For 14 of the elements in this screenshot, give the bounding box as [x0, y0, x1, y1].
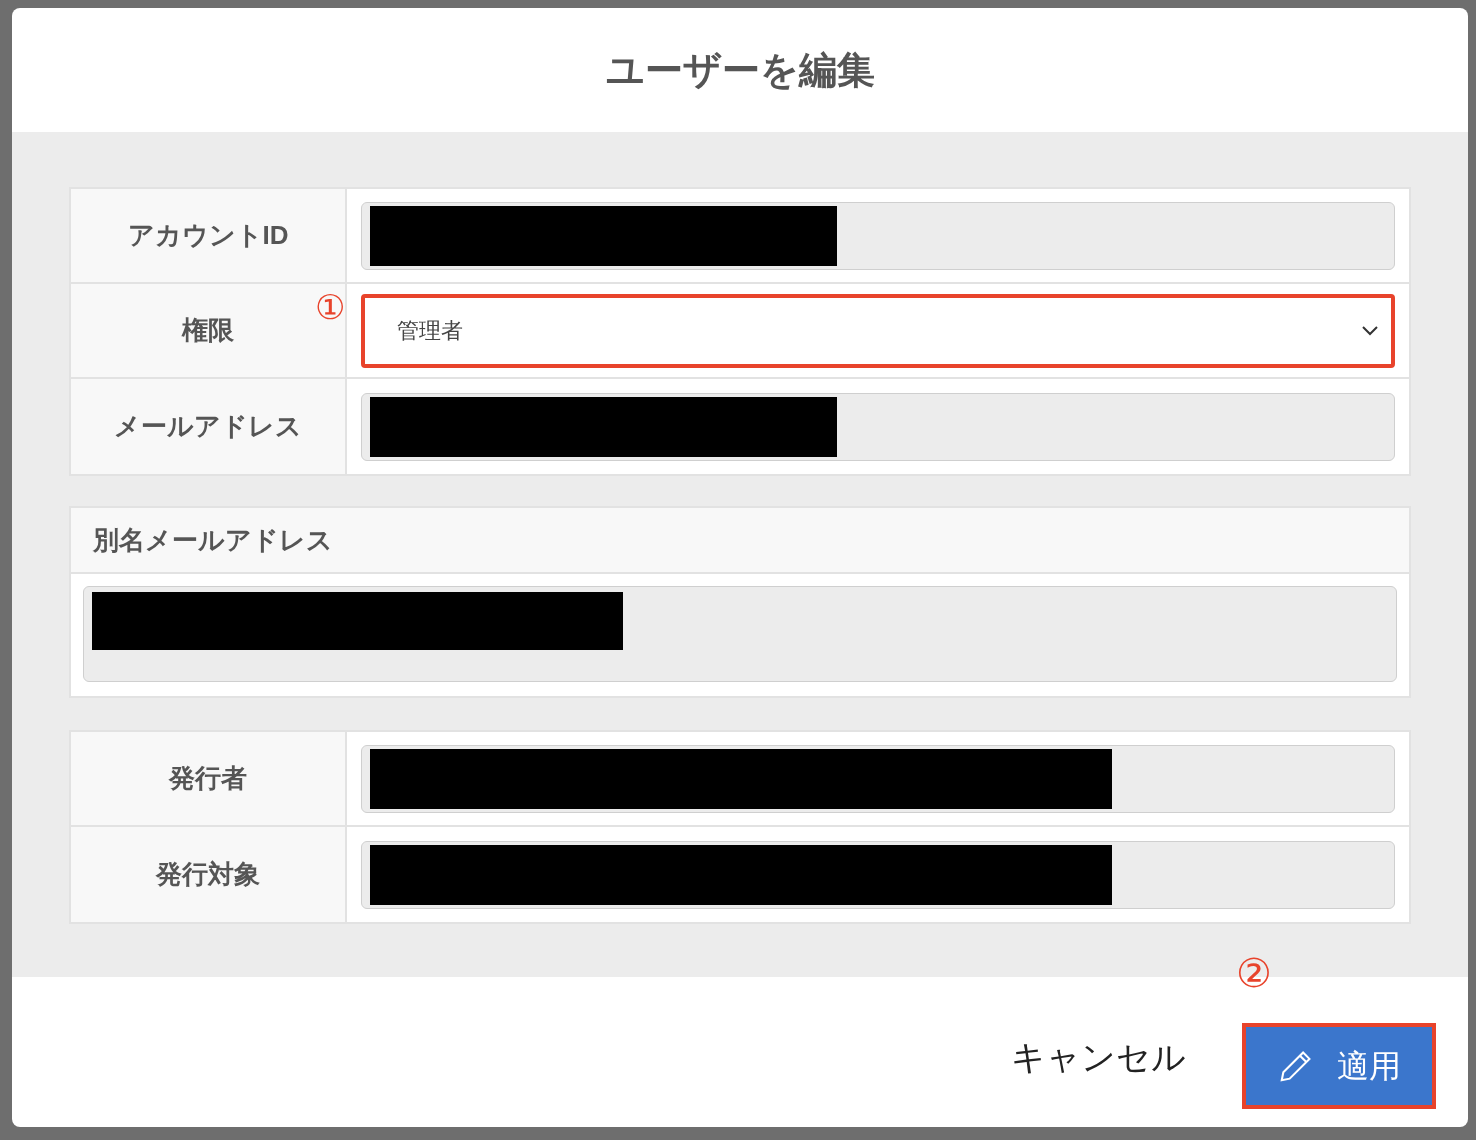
field-label: 権限 [182, 314, 234, 347]
field-label: メールアドレス [114, 410, 302, 443]
step-marker: ② [1236, 953, 1272, 993]
step-marker: ① [315, 290, 345, 324]
field-label: 発行対象 [156, 858, 260, 891]
section-title: 別名メールアドレス [93, 523, 333, 557]
apply-button[interactable]: 適用 [1242, 1023, 1436, 1109]
role-select[interactable]: 管理者 [361, 293, 1395, 368]
cancel-button[interactable]: キャンセル [1011, 1031, 1186, 1083]
alias-textarea[interactable] [83, 586, 1397, 682]
dialog-title: ユーザーを編集 [605, 47, 875, 93]
field-label: 発行者 [169, 762, 247, 795]
chevron-down-icon [1361, 324, 1379, 337]
field-label: アカウントID [127, 219, 289, 252]
